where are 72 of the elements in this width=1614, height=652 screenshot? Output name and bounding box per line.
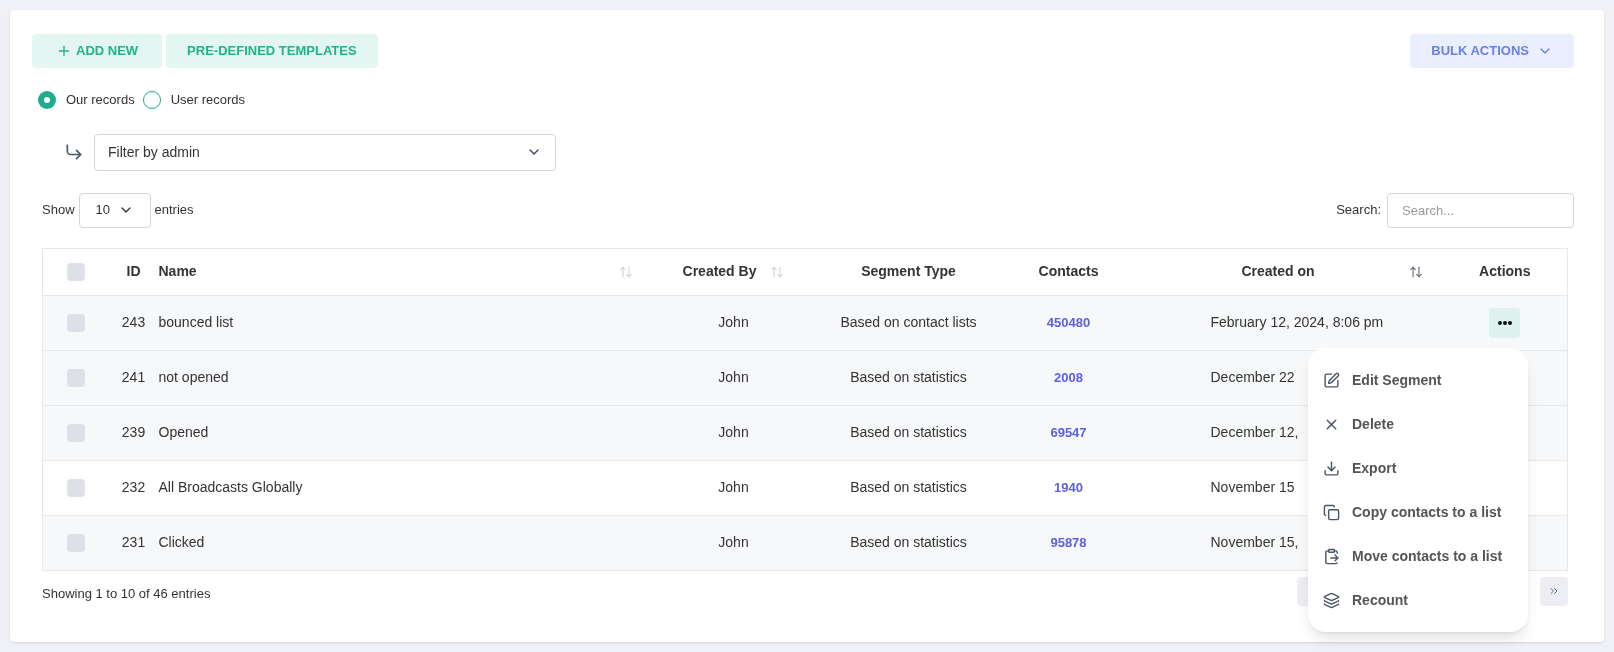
menu-item[interactable]: Copy contacts to a list <box>1308 490 1528 534</box>
download-icon <box>1323 459 1340 477</box>
segment-type-cell: Based on statistics <box>850 534 967 550</box>
creator-cell: John <box>718 534 749 550</box>
name-cell: Opened <box>158 424 209 440</box>
column-header: Name <box>158 262 197 281</box>
date-cell: December 22 <box>1210 369 1295 385</box>
radio-button[interactable] <box>142 90 161 109</box>
contacts-link[interactable]: 95878 <box>1050 535 1087 550</box>
contacts-link[interactable]: 1940 <box>1054 480 1083 495</box>
more-icon <box>1497 320 1512 325</box>
name-cell: Clicked <box>158 534 205 550</box>
date-cell: November 15 <box>1210 479 1295 495</box>
column-header: ID <box>126 263 141 279</box>
row-checkbox[interactable] <box>66 369 85 388</box>
segment-type-cell: Based on statistics <box>850 424 967 440</box>
menu-item[interactable]: Edit Segment <box>1308 358 1528 402</box>
radio-option[interactable]: User records <box>142 90 246 110</box>
contacts-link[interactable]: 69547 <box>1050 425 1087 440</box>
id-cell: 231 <box>121 534 146 550</box>
menu-item[interactable]: Recount <box>1308 578 1528 622</box>
radio-button[interactable] <box>38 90 56 109</box>
menu-item[interactable]: Export <box>1308 446 1528 490</box>
plus-icon <box>56 43 72 59</box>
edit-icon <box>1323 371 1340 389</box>
creator-cell: John <box>718 314 749 330</box>
search-field[interactable]: Search... <box>1387 192 1574 228</box>
name-cell: All Broadcasts Globally <box>158 479 303 495</box>
sort-icon[interactable] <box>1408 264 1423 279</box>
menu-item[interactable]: Delete <box>1308 402 1528 446</box>
row-checkbox[interactable] <box>66 424 85 443</box>
segment-type-cell: Based on contact lists <box>840 314 977 330</box>
search-label: Search: <box>1336 201 1381 220</box>
column-header: Segment Type <box>861 263 956 279</box>
radio-option[interactable]: Our records <box>38 90 135 110</box>
creator-cell: John <box>718 479 749 495</box>
id-cell: 243 <box>121 314 146 330</box>
select-all-checkbox[interactable] <box>66 263 85 282</box>
segment-type-cell: Based on statistics <box>850 369 967 385</box>
date-cell: November 15, <box>1210 534 1299 550</box>
date-cell: December 12, <box>1210 424 1299 440</box>
entries-select[interactable]: 10 <box>78 192 151 228</box>
name-cell: not opened <box>158 369 229 385</box>
id-cell: 239 <box>121 424 146 440</box>
copy-icon <box>1323 503 1340 521</box>
contacts-link[interactable]: 450480 <box>1046 315 1091 330</box>
row-checkbox[interactable] <box>66 479 85 498</box>
entries-label: entries <box>154 201 194 220</box>
segment-type-cell: Based on statistics <box>850 479 967 495</box>
id-cell: 241 <box>121 369 146 385</box>
next-page-button[interactable] <box>1540 576 1568 606</box>
creator-cell: John <box>718 424 749 440</box>
column-header: Actions <box>1479 263 1531 279</box>
double-chevron-right-icon <box>1548 585 1560 597</box>
row-checkbox[interactable] <box>66 534 85 553</box>
show-label: Show <box>42 201 75 220</box>
menu-item[interactable]: Move contacts to a list <box>1308 534 1528 578</box>
contacts-link[interactable]: 2008 <box>1054 370 1083 385</box>
admin-filter-select[interactable]: Filter by admin <box>94 133 556 171</box>
date-cell: February 12, 2024, 8:06 pm <box>1210 314 1384 330</box>
corner-arrow-icon <box>64 142 84 162</box>
column-header: Created on <box>1241 262 1315 281</box>
clipboard-icon <box>1323 547 1340 565</box>
creator-cell: John <box>718 369 749 385</box>
layers-icon <box>1323 591 1340 609</box>
entries-info: Showing 1 to 10 of 46 entries <box>42 585 211 604</box>
more-button[interactable] <box>1489 307 1521 338</box>
column-header: Created By <box>682 262 757 281</box>
column-header: Contacts <box>1038 263 1099 279</box>
id-cell: 232 <box>121 479 146 495</box>
row-checkbox[interactable] <box>66 314 85 333</box>
name-cell: bounced list <box>158 314 234 330</box>
